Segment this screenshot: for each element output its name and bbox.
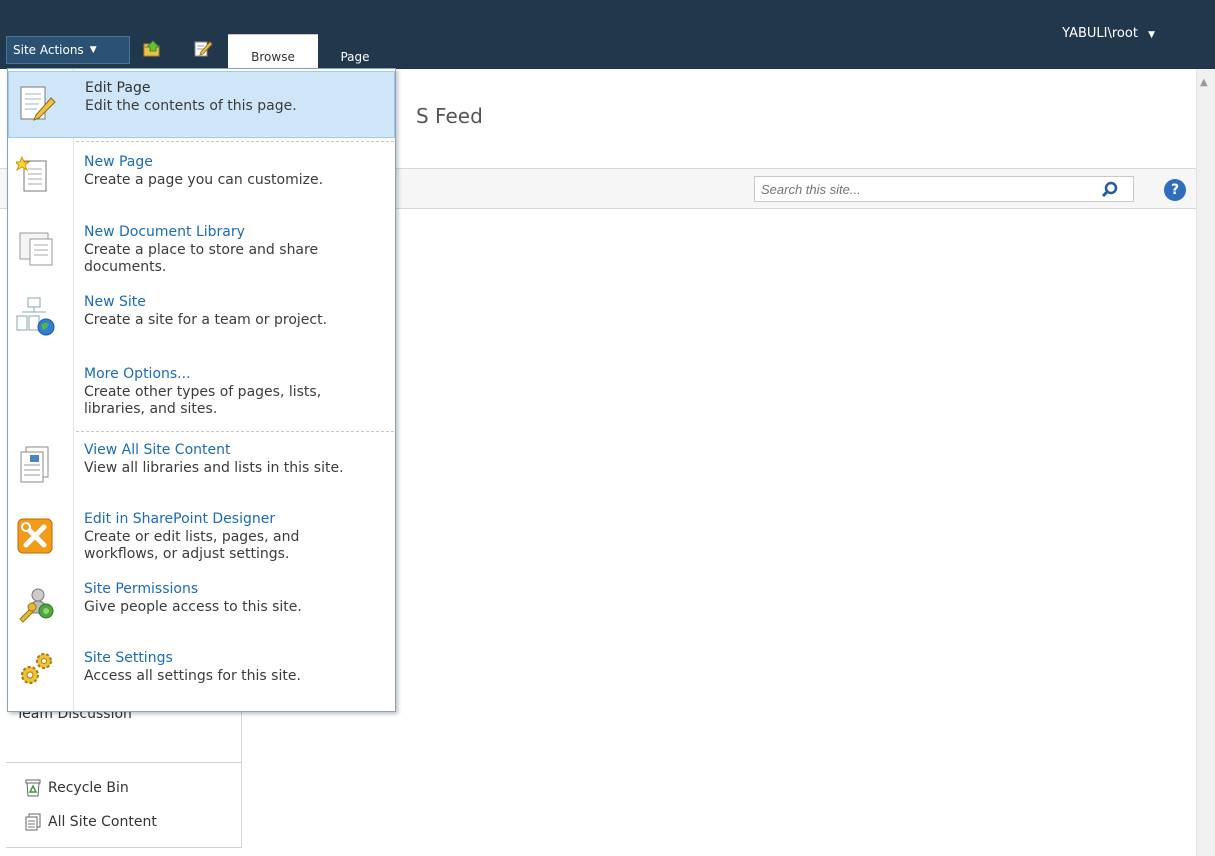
menu-item-desc: Give people access to this site.	[84, 599, 302, 615]
menu-item-more-options[interactable]: More Options... Create other types of pa…	[8, 362, 395, 432]
chevron-down-icon: ▼	[89, 45, 97, 55]
tab-page[interactable]: Page	[330, 34, 380, 69]
menu-item-site-permissions[interactable]: Site Permissions Give people access to t…	[8, 581, 395, 641]
menu-item-desc: Create a site for a team or project.	[84, 312, 328, 328]
sharepoint-designer-icon	[17, 518, 53, 554]
top-ribbon	[0, 0, 1215, 69]
menu-item-title: Site Settings	[84, 650, 173, 666]
menu-item-new-document-library[interactable]: New Document Library Create a place to s…	[8, 221, 395, 291]
vertical-scrollbar[interactable]: ▲	[1196, 69, 1215, 856]
menu-item-desc: Create a page you can customize.	[84, 172, 324, 188]
site-actions-button[interactable]: Site Actions ▼	[6, 36, 130, 64]
menu-item-title: New Document Library	[84, 224, 245, 240]
nav-all-site-content[interactable]: All Site Content	[24, 813, 157, 831]
recycle-bin-icon	[25, 779, 41, 797]
nav-divider	[6, 762, 242, 763]
menu-separator	[76, 141, 394, 142]
edit-page-icon	[20, 86, 56, 121]
tab-browse-label: Browse	[251, 50, 295, 64]
site-actions-label: Site Actions	[13, 43, 84, 57]
tab-page-label: Page	[340, 50, 370, 64]
menu-item-desc: Access all settings for this site.	[84, 668, 301, 684]
menu-item-title: View All Site Content	[84, 442, 231, 458]
menu-item-desc: Create or edit lists, pages, and workflo…	[84, 529, 300, 562]
menu-item-title: Edit in SharePoint Designer	[84, 511, 276, 527]
recycle-bin-label: Recycle Bin	[48, 780, 129, 796]
page-title: S Feed	[416, 104, 483, 128]
new-page-icon	[16, 155, 47, 192]
menu-item-desc: View all libraries and lists in this sit…	[84, 460, 344, 476]
new-site-icon	[16, 297, 55, 336]
scroll-up-icon[interactable]: ▲	[1200, 77, 1208, 88]
nav-recycle-bin[interactable]: Recycle Bin	[24, 779, 129, 797]
menu-item-title: Site Permissions	[84, 581, 199, 597]
menu-item-desc: Edit the contents of this page.	[85, 98, 297, 114]
permissions-icon	[19, 588, 54, 623]
menu-item-site-settings[interactable]: Site Settings Access all settings for th…	[8, 647, 395, 707]
menu-item-desc: Create a place to store and share docume…	[84, 242, 319, 275]
settings-gear-icon	[21, 653, 52, 684]
menu-item-title: New Site	[84, 294, 146, 310]
menu-item-title: New Page	[84, 154, 153, 170]
nav-bottom-line	[6, 847, 242, 848]
menu-item-new-site[interactable]: New Site Create a site for a team or pro…	[8, 292, 395, 362]
menu-item-new-page[interactable]: New Page Create a page you can customize…	[8, 151, 395, 219]
menu-item-edit-sharepoint-designer[interactable]: Edit in SharePoint Designer Create or ed…	[8, 511, 395, 581]
tab-browse[interactable]: Browse	[228, 34, 318, 69]
document-library-icon	[19, 232, 53, 266]
site-actions-menu: Edit Page Edit the contents of this page…	[7, 68, 396, 712]
site-content-small-icon	[25, 813, 41, 831]
menu-item-view-all-site-content[interactable]: View All Site Content View all libraries…	[8, 441, 395, 511]
site-content-icon	[20, 446, 49, 483]
user-menu[interactable]: YABULI\root ▼	[1062, 26, 1155, 41]
user-name: YABULI\root	[1062, 26, 1138, 41]
all-site-content-label: All Site Content	[48, 814, 157, 830]
menu-item-title: Edit Page	[85, 80, 151, 96]
edit-icon[interactable]	[193, 39, 213, 59]
menu-separator	[76, 431, 394, 432]
help-icon[interactable]: ?	[1164, 179, 1186, 201]
chevron-down-icon: ▼	[1148, 30, 1155, 40]
search-icon[interactable]	[1100, 180, 1120, 200]
navigate-up-icon[interactable]	[142, 39, 162, 59]
search-input[interactable]	[754, 176, 1134, 202]
menu-item-desc: Create other types of pages, lists, libr…	[84, 384, 322, 417]
menu-item-edit-page[interactable]: Edit Page Edit the contents of this page…	[8, 71, 395, 138]
menu-item-title: More Options...	[84, 366, 191, 382]
